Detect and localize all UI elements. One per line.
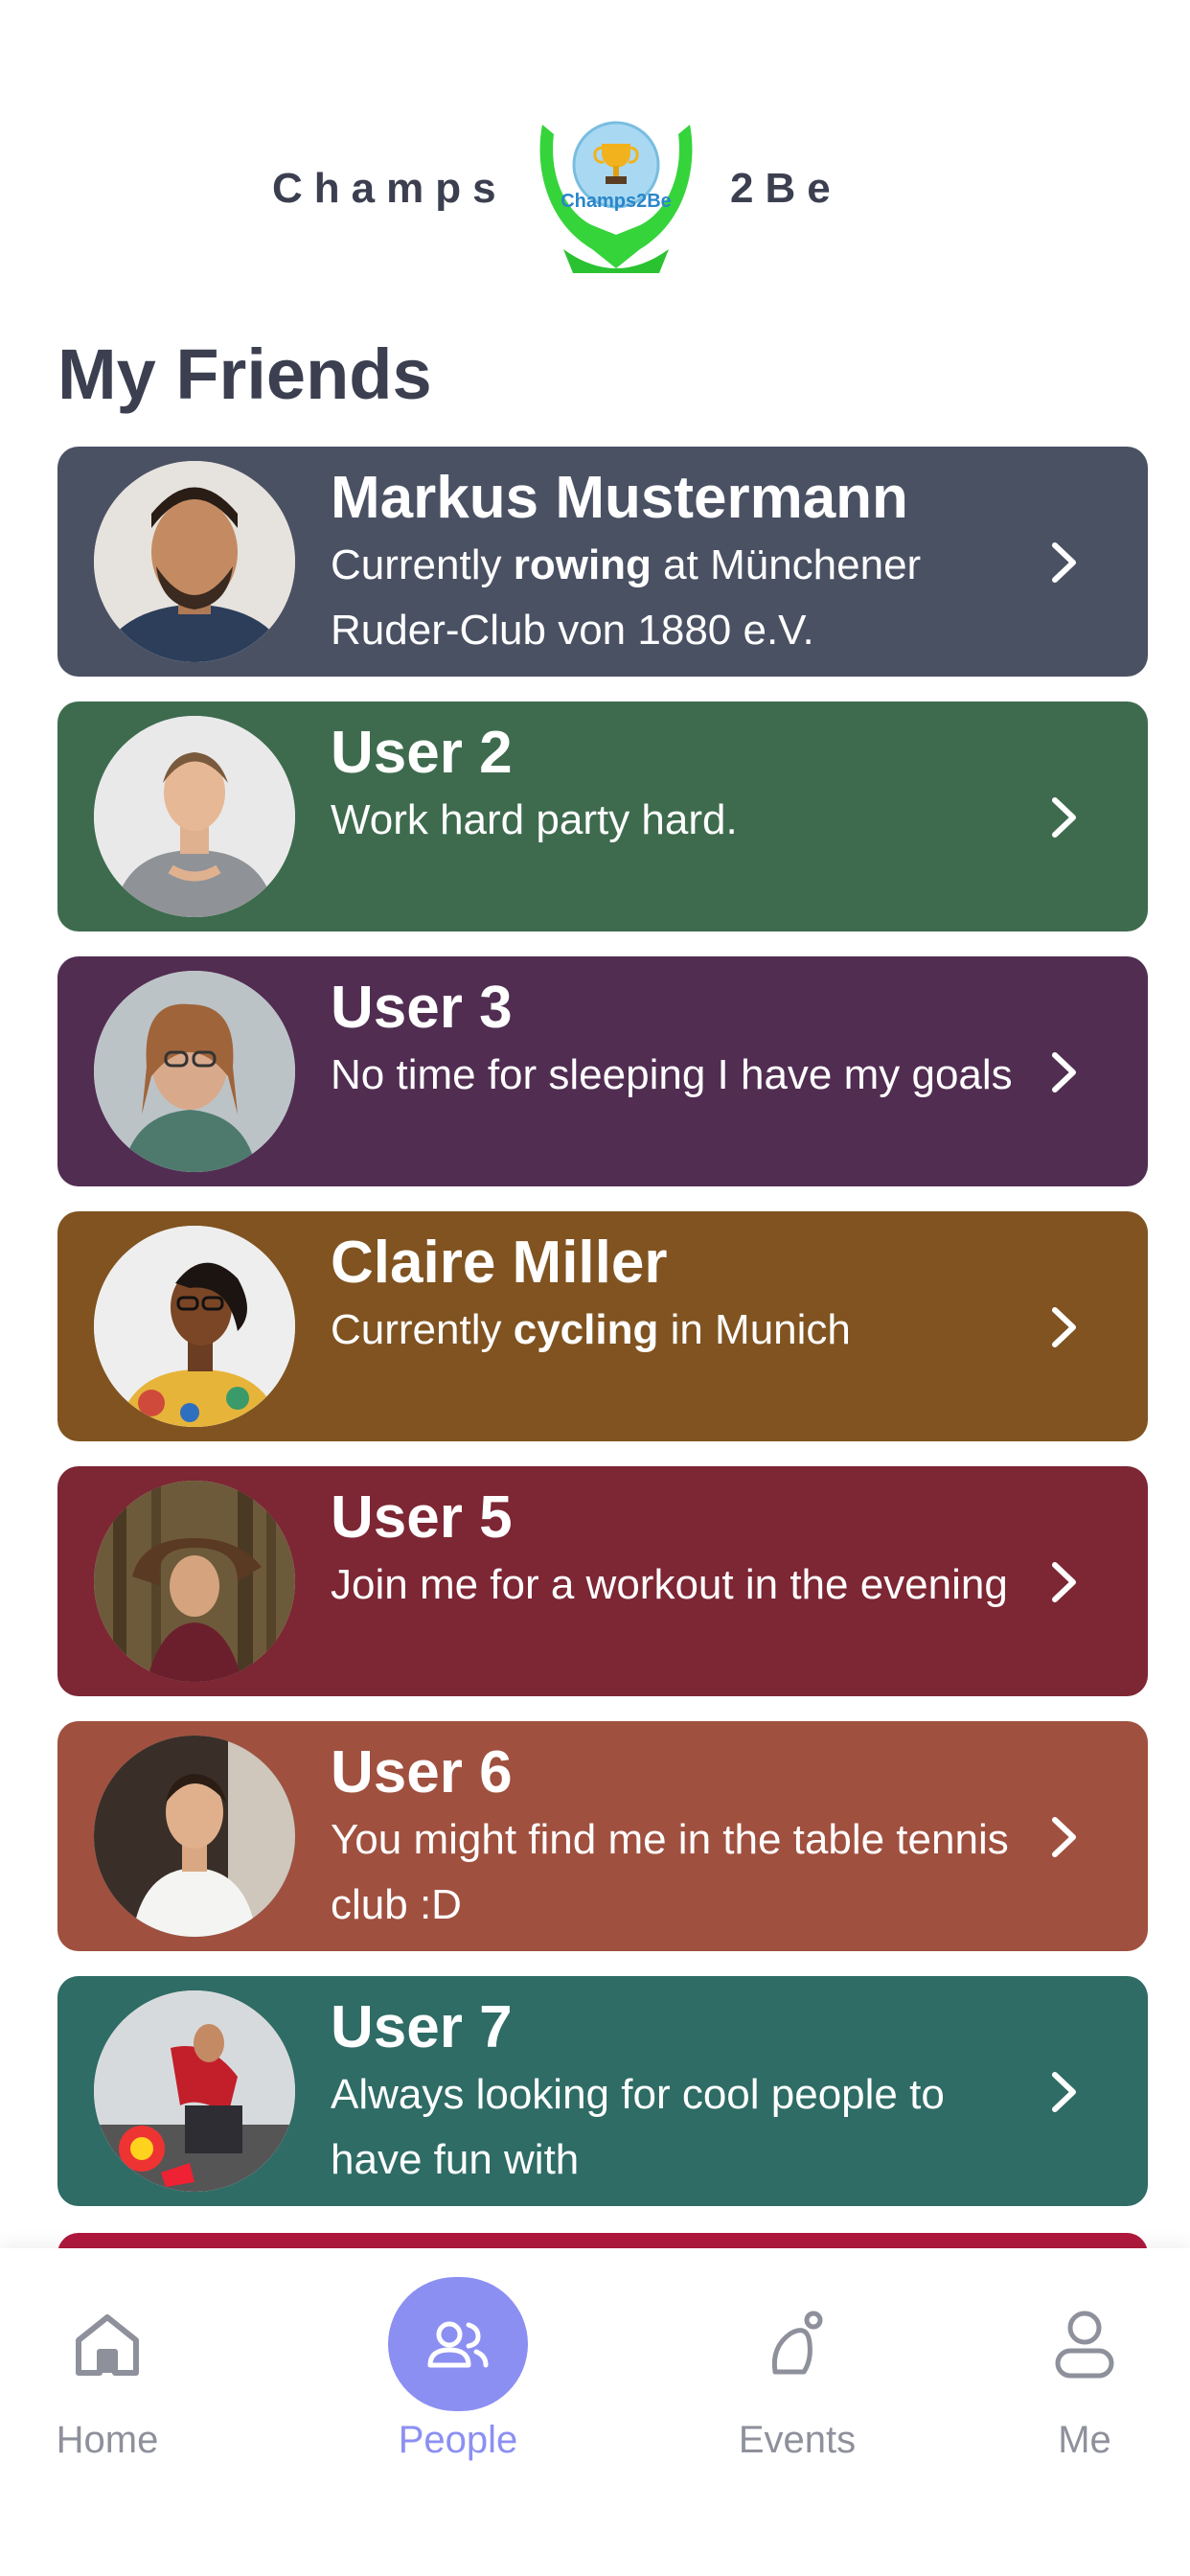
avatar xyxy=(94,1226,295,1427)
chevron-right-icon xyxy=(1052,1562,1076,1602)
friend-status: Always looking for cool people to have f… xyxy=(331,2071,945,2183)
events-icon xyxy=(727,2277,867,2411)
avatar xyxy=(94,1736,295,1937)
chevron-right-icon xyxy=(1052,1052,1076,1092)
friend-name: User 5 xyxy=(331,1484,513,1551)
friend-name: User 7 xyxy=(331,1994,513,2060)
friend-card[interactable]: User 3 No time for sleeping I have my go… xyxy=(57,956,1148,1186)
friend-status: Work hard party hard. xyxy=(331,796,738,843)
home-icon xyxy=(37,2277,177,2411)
brand-text-left: Champs xyxy=(272,165,508,212)
logo-wordmark: Champs2Be xyxy=(561,191,672,212)
friend-status: Currently rowing at Münchener Ruder-Club… xyxy=(331,541,922,654)
bottom-tab-bar: Home People Events Me xyxy=(0,2248,1190,2576)
friend-card[interactable]: User 6 You might find me in the table te… xyxy=(57,1721,1148,1951)
tab-events[interactable]: Events xyxy=(701,2277,893,2462)
avatar xyxy=(94,461,295,662)
friends-list: Markus Mustermann Currently rowing at Mü… xyxy=(57,447,1148,2231)
tab-home[interactable]: Home xyxy=(11,2277,203,2462)
chevron-right-icon xyxy=(1052,1817,1076,1857)
avatar xyxy=(94,716,295,917)
friend-card[interactable]: Markus Mustermann Currently rowing at Mü… xyxy=(57,447,1148,677)
tab-label: Me xyxy=(1058,2419,1111,2461)
chevron-right-icon xyxy=(1052,797,1076,838)
chevron-right-icon xyxy=(1052,542,1076,583)
brand-text-right: 2Be xyxy=(730,165,842,212)
tab-people[interactable]: People xyxy=(362,2277,554,2462)
friend-status: You might find me in the table tennis cl… xyxy=(331,1816,1009,1928)
friend-name: User 2 xyxy=(331,720,513,786)
tab-label: Events xyxy=(738,2419,857,2461)
app-header: Champs Champs2Be 2Be xyxy=(0,105,1190,288)
friend-card[interactable]: User 5 Join me for a workout in the even… xyxy=(57,1466,1148,1696)
tab-me[interactable]: Me xyxy=(989,2277,1180,2462)
tab-label: Home xyxy=(56,2419,159,2461)
avatar xyxy=(94,1481,295,1682)
friend-status: Currently cycling in Munich xyxy=(331,1306,851,1353)
friend-card[interactable]: User 7 Always looking for cool people to… xyxy=(57,1976,1148,2206)
chevron-right-icon xyxy=(1052,1307,1076,1347)
champs2be-logo: Champs2Be xyxy=(539,121,693,273)
chevron-right-icon xyxy=(1052,2072,1076,2112)
friend-card[interactable]: User 2 Work hard party hard. xyxy=(57,702,1148,932)
avatar xyxy=(94,971,295,1172)
friend-card[interactable]: Claire Miller Currently cycling in Munic… xyxy=(57,1211,1148,1441)
avatar xyxy=(94,1990,295,2192)
tab-label: People xyxy=(398,2419,518,2461)
people-icon xyxy=(388,2277,528,2411)
friend-name: User 3 xyxy=(331,975,513,1041)
friend-name: Claire Miller xyxy=(331,1230,668,1296)
page-title: My Friends xyxy=(57,334,432,414)
friend-status: No time for sleeping I have my goals xyxy=(331,1051,1013,1098)
friend-status: Join me for a workout in the evening xyxy=(331,1561,1008,1608)
friend-name: User 6 xyxy=(331,1739,513,1806)
user-icon xyxy=(1015,2277,1155,2411)
friend-name: Markus Mustermann xyxy=(331,465,908,531)
